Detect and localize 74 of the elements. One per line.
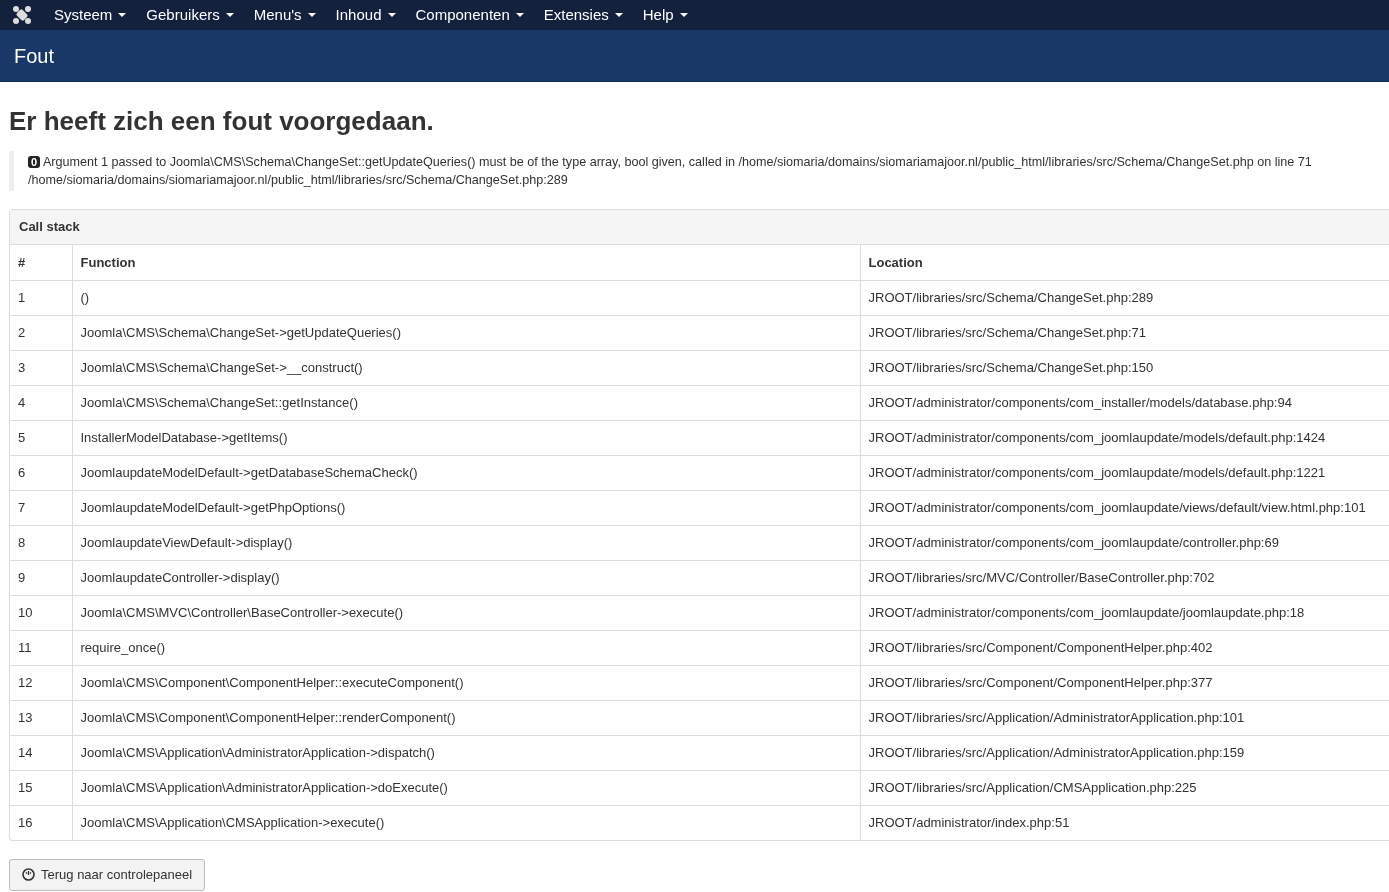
table-cell: 4 bbox=[10, 385, 72, 420]
table-cell: 15 bbox=[10, 770, 72, 805]
table-cell: Joomla\CMS\Component\ComponentHelper::renderComponent() bbox=[72, 700, 860, 735]
table-cell: Joomla\CMS\MVC\Controller\BaseController->execute() bbox=[72, 595, 860, 630]
table-cell: JoomlaupdateViewDefault->display() bbox=[72, 525, 860, 560]
table-cell: JROOT/libraries/src/Schema/ChangeSet.php:289 bbox=[860, 280, 1389, 315]
table-cell: Joomla\CMS\Application\CMSApplication->execute() bbox=[72, 805, 860, 840]
menu-item[interactable]: Menu's bbox=[243, 3, 326, 27]
column-header: Function bbox=[72, 245, 860, 280]
table-cell: 10 bbox=[10, 595, 72, 630]
caret-icon bbox=[307, 13, 316, 17]
table-cell: 14 bbox=[10, 735, 72, 770]
menu-item[interactable]: Inhoud bbox=[325, 3, 406, 27]
table-cell: 6 bbox=[10, 455, 72, 490]
caret-icon bbox=[614, 13, 623, 17]
table-cell: Joomla\CMS\Application\AdministratorApplication->dispatch() bbox=[72, 735, 860, 770]
table-cell: JROOT/libraries/src/Application/AdministratorApplication.php:101 bbox=[860, 700, 1389, 735]
table-cell: 7 bbox=[10, 490, 72, 525]
caret-icon bbox=[118, 13, 127, 17]
table-cell: JROOT/administrator/components/com_installer/models/database.php:94 bbox=[860, 385, 1389, 420]
table-cell: JROOT/libraries/src/Component/ComponentHelper.php:377 bbox=[860, 665, 1389, 700]
caret-icon bbox=[515, 13, 524, 17]
table-cell: Joomla\CMS\Schema\ChangeSet->__construct() bbox=[72, 350, 860, 385]
table-cell: JROOT/administrator/components/com_joomlaupdate/joomlaupdate.php:18 bbox=[860, 595, 1389, 630]
table-cell: JoomlaupdateController->display() bbox=[72, 560, 860, 595]
table-cell: JROOT/libraries/src/Application/AdministratorApplication.php:159 bbox=[860, 735, 1389, 770]
error-message: Argument 1 passed to Joomla\CMS\Schema\ChangeSet::getUpdateQueries() must be of the type array, bool given, called in /home/siomaria/domains/siomariamajoor.nl/public_html/libraries/src/Schema/ChangeSet.php on line 71 bbox=[41, 155, 1312, 169]
menu-item[interactable]: Componenten bbox=[405, 3, 534, 27]
table-cell: JROOT/administrator/index.php:51 bbox=[860, 805, 1389, 840]
table-cell: 1 bbox=[10, 280, 72, 315]
table-cell: 12 bbox=[10, 665, 72, 700]
error-heading: Er heeft zich een fout voorgedaan. bbox=[9, 105, 435, 138]
column-header: Location bbox=[860, 245, 1389, 280]
table-cell: Joomla\CMS\Application\AdministratorApplication->doExecute() bbox=[72, 770, 860, 805]
table-cell: JoomlaupdateModelDefault->getDatabaseSchemaCheck() bbox=[72, 455, 860, 490]
table-cell: 9 bbox=[10, 560, 72, 595]
menu-item[interactable]: Help bbox=[632, 3, 698, 27]
table-cell: 16 bbox=[10, 805, 72, 840]
table-cell: 5 bbox=[10, 420, 72, 455]
page-title: Fout bbox=[14, 43, 55, 69]
table-cell: JROOT/libraries/src/Schema/ChangeSet.php:71 bbox=[860, 315, 1389, 350]
table-cell: JROOT/administrator/components/com_joomlaupdate/controller.php:69 bbox=[860, 525, 1389, 560]
error-location: /home/siomaria/domains/siomariamajoor.nl/public_html/libraries/src/Schema/ChangeSet.php:289 bbox=[28, 172, 569, 189]
table-cell: InstallerModelDatabase->getItems() bbox=[72, 420, 860, 455]
menu-item[interactable]: Systeem bbox=[44, 3, 137, 27]
table-cell: 13 bbox=[10, 700, 72, 735]
table-cell: JROOT/administrator/components/com_joomlaupdate/models/default.php:1221 bbox=[860, 455, 1389, 490]
back-button[interactable]: Terug naar controlepaneel bbox=[9, 859, 206, 891]
table-cell: JROOT/libraries/src/Application/CMSApplication.php:225 bbox=[860, 770, 1389, 805]
table-cell: JROOT/administrator/components/com_joomlaupdate/views/default/view.html.php:101 bbox=[860, 490, 1389, 525]
table-cell: JROOT/libraries/src/MVC/Controller/BaseController.php:702 bbox=[860, 560, 1389, 595]
table-cell: JROOT/libraries/src/Component/ComponentHelper.php:402 bbox=[860, 630, 1389, 665]
menu-item[interactable]: Extensies bbox=[533, 3, 633, 27]
table-cell: Joomla\CMS\Schema\ChangeSet::getInstance() bbox=[72, 385, 860, 420]
table-cell: JROOT/administrator/components/com_joomlaupdate/models/default.php:1424 bbox=[860, 420, 1389, 455]
table-cell: 11 bbox=[10, 630, 72, 665]
table-cell: require_once() bbox=[72, 630, 860, 665]
panel-title: Call stack bbox=[19, 218, 80, 237]
menu-item[interactable]: Gebruikers bbox=[136, 3, 244, 27]
caret-icon bbox=[679, 13, 688, 17]
column-header: # bbox=[10, 245, 72, 280]
table-cell: JoomlaupdateModelDefault->getPhpOptions() bbox=[72, 490, 860, 525]
table-cell: JROOT/libraries/src/Schema/ChangeSet.php:150 bbox=[860, 350, 1389, 385]
table-cell: 2 bbox=[10, 315, 72, 350]
table-cell: Joomla\CMS\Component\ComponentHelper::executeComponent() bbox=[72, 665, 860, 700]
dashboard-icon bbox=[22, 868, 35, 882]
caret-icon bbox=[225, 13, 234, 17]
logo-icon[interactable] bbox=[12, 6, 32, 24]
table-cell: 3 bbox=[10, 350, 72, 385]
table-cell: Joomla\CMS\Schema\ChangeSet->getUpdateQueries() bbox=[72, 315, 860, 350]
error-code-badge: 0 bbox=[28, 156, 41, 168]
table-cell: () bbox=[72, 280, 860, 315]
table-cell: 8 bbox=[10, 525, 72, 560]
caret-icon bbox=[387, 13, 396, 17]
